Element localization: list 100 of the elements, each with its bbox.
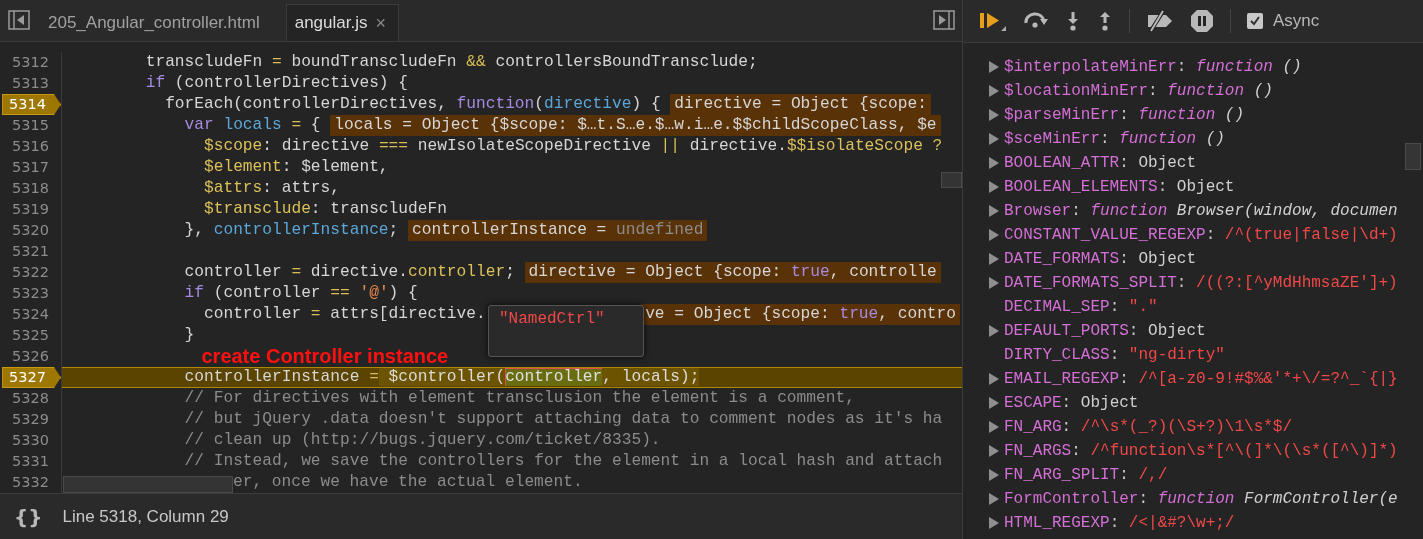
scope-entry[interactable]: FN_ARG_SPLIT: /,/ <box>1004 466 1168 484</box>
line-number[interactable]: 5320 <box>8 220 55 241</box>
scope-entry[interactable]: $parseMinErr: function () <box>1004 106 1245 124</box>
line-number[interactable]: 5321 <box>8 241 55 262</box>
async-checkbox[interactable] <box>1247 13 1263 29</box>
scrollbar-thumb[interactable] <box>63 476 233 493</box>
expand-arrow-icon[interactable] <box>989 205 999 217</box>
expand-arrow-icon[interactable] <box>989 469 999 481</box>
scrollbar-thumb[interactable] <box>941 172 962 188</box>
scope-entry[interactable]: DATE_FORMATS_SPLIT: /((?:[^yMdHhmsaZE']+) <box>1004 274 1398 292</box>
code-line: controllerInstance = $controller(controller, locals); <box>183 368 700 387</box>
code-line: $transclude: transcludeFn <box>203 199 447 220</box>
code-line: var locals = { <box>183 115 321 136</box>
expand-arrow-icon[interactable] <box>989 85 999 97</box>
code-line: // clean up (http://bugs.jquery.com/ticket/8335). <box>183 430 661 451</box>
line-number[interactable]: 5316 <box>8 136 55 157</box>
line-number[interactable]: 5330 <box>8 430 55 451</box>
line-number[interactable]: 5327 <box>2 367 61 388</box>
expand-arrow-icon[interactable] <box>989 373 999 385</box>
sidebar-toggle-icon[interactable] <box>8 9 30 31</box>
resume-icon[interactable] <box>979 10 1007 32</box>
scope-entry[interactable]: HTML_REGEXP: /<|&#?\w+;/ <box>1004 514 1235 532</box>
inline-value: controllerInstance = undefined <box>408 220 708 241</box>
close-icon[interactable]: × <box>375 12 386 34</box>
expand-arrow-icon[interactable] <box>989 445 999 457</box>
line-number[interactable]: 5324 <box>8 304 55 325</box>
code-line: er, once we have the actual element. <box>233 472 583 493</box>
scope-entry[interactable]: FormController: function FormController(e <box>1004 490 1398 508</box>
pause-icon[interactable] <box>1190 9 1214 33</box>
scope-entry[interactable]: EMAIL_REGEXP: /^[a-z0-9!#$%&'*+\/=?^_`{|} <box>1004 370 1398 388</box>
line-number[interactable]: 5315 <box>8 115 55 136</box>
code-line: if (controllerDirectives) { <box>144 73 408 94</box>
scope-entry[interactable]: $sceMinErr: function () <box>1004 130 1225 148</box>
line-number[interactable]: 5331 <box>8 451 55 472</box>
scope-entry[interactable]: FN_ARGS: /^function\s*[^\(]*\(\s*([^\)]*) <box>1004 442 1398 460</box>
line-number[interactable]: 5314 <box>2 94 61 115</box>
line-number[interactable]: 5325 <box>8 325 55 346</box>
scope-entry[interactable]: ESCAPE: Object <box>1004 394 1139 412</box>
expand-arrow-icon[interactable] <box>989 157 999 169</box>
scope-entry[interactable]: BOOLEAN_ELEMENTS: Object <box>1004 178 1235 196</box>
expand-arrow-icon[interactable] <box>989 421 999 433</box>
scope-entry[interactable]: BOOLEAN_ATTR: Object <box>1004 154 1197 172</box>
value-tooltip: "NamedCtrl" <box>488 305 644 357</box>
code-line: transcludeFn = boundTranscludeFn && controllersBoundTransclude; <box>144 52 758 73</box>
line-number[interactable]: 5329 <box>8 409 55 430</box>
pretty-print-button[interactable]: {} <box>14 504 43 529</box>
code-line: $attrs: attrs, <box>203 178 340 199</box>
scope-entry[interactable]: DEFAULT_PORTS: Object <box>1004 322 1206 340</box>
line-number[interactable]: 5317 <box>8 157 55 178</box>
code-line: $element: $element, <box>203 157 389 178</box>
code-line: if (controller == '@') { <box>183 283 418 304</box>
scope-entry[interactable]: DECIMAL_SEP: "." <box>1004 298 1158 316</box>
expand-arrow-icon[interactable] <box>989 493 999 505</box>
scope-entry[interactable]: FN_ARG: /^\s*(_?)(\S+?)\1\s*$/ <box>1004 418 1293 436</box>
scope-entry[interactable]: DATE_FORMATS: Object <box>1004 250 1197 268</box>
line-number[interactable]: 5322 <box>8 262 55 283</box>
cursor-position: Line 5318, Column 29 <box>62 506 229 527</box>
file-tab[interactable]: 205_Angular_controller.html <box>40 4 272 41</box>
panel-toggle-icon[interactable] <box>933 9 955 31</box>
expand-arrow-icon[interactable] <box>989 61 999 73</box>
line-number[interactable]: 5326 <box>8 346 55 367</box>
code-line: controller = attrs[directive. <box>203 304 486 325</box>
inline-value: directive = Object {scope: true, controlle <box>524 262 941 283</box>
line-number[interactable]: 5319 <box>8 199 55 220</box>
expand-arrow-icon[interactable] <box>989 253 999 265</box>
deactivate-breakpoints-icon[interactable] <box>1146 9 1174 33</box>
inline-value: directive = Object {scope: <box>670 94 931 115</box>
code-line: forEach(controllerDirectives, function(directive) { <box>164 94 661 115</box>
line-number[interactable]: 5312 <box>8 52 55 73</box>
annotation: create Controller instance <box>201 346 449 367</box>
code-line: // but jQuery .data doesn't support attaching data to comment nodes as it's ha <box>183 409 943 430</box>
scope-entry[interactable]: DIRTY_CLASS: "ng-dirty" <box>1004 346 1225 364</box>
code-line: $scope: directive === newIsolateScopeDirective || directive.$$isolateScope ? <box>203 136 943 157</box>
expand-arrow-icon[interactable] <box>989 517 999 529</box>
line-number[interactable]: 5318 <box>8 178 55 199</box>
inline-value: ve = Object {scope: true, contro <box>641 304 960 325</box>
scrollbar-thumb[interactable] <box>1405 143 1421 170</box>
expand-arrow-icon[interactable] <box>989 229 999 241</box>
line-number[interactable]: 5323 <box>8 283 55 304</box>
code-line: // For directives with element transclusion the element is a comment, <box>183 388 855 409</box>
expand-arrow-icon[interactable] <box>989 277 999 289</box>
scope-entry[interactable]: Browser: function Browser(window, documen <box>1004 202 1398 220</box>
code-line: // Instead, we save the controllers for the element in a local hash and attach <box>183 451 943 472</box>
async-label: Async <box>1273 11 1320 31</box>
code-line: }, controllerInstance; <box>183 220 399 241</box>
expand-arrow-icon[interactable] <box>989 397 999 409</box>
file-tab[interactable]: angular.js × <box>285 4 399 41</box>
line-number[interactable]: 5332 <box>8 472 55 493</box>
expand-arrow-icon[interactable] <box>989 181 999 193</box>
expand-arrow-icon[interactable] <box>989 133 999 145</box>
expand-arrow-icon[interactable] <box>989 325 999 337</box>
line-number[interactable]: 5328 <box>8 388 55 409</box>
scope-entry[interactable]: $interpolateMinErr: function () <box>1004 58 1302 76</box>
code-line: controller = directive.controller; <box>183 262 515 283</box>
code-line: } <box>183 325 195 346</box>
scope-entry[interactable]: $locationMinErr: function () <box>1004 82 1273 100</box>
scope-entry[interactable]: CONSTANT_VALUE_REGEXP: /^(true|false|\d+) <box>1004 226 1398 244</box>
inline-value: locals = Object {$scope: $…t.S…e.$…w.i…e.$$childScopeClass, $e <box>330 115 941 136</box>
line-number[interactable]: 5313 <box>8 73 55 94</box>
expand-arrow-icon[interactable] <box>989 109 999 121</box>
